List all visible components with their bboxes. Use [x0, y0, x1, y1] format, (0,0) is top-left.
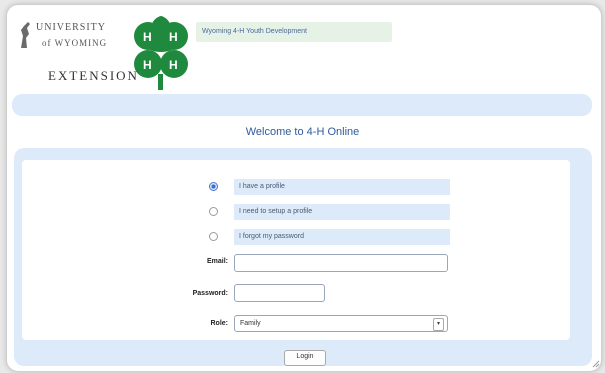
svg-text:H: H	[169, 58, 178, 72]
uw-extension-logo: UNIVERSITY of WYOMING EXTENSION	[12, 16, 137, 90]
role-select[interactable]: Family ▾	[234, 315, 448, 332]
role-label: Role:	[210, 320, 229, 327]
logo-line-extension: EXTENSION	[48, 68, 139, 83]
email-input[interactable]	[234, 254, 448, 272]
radio-row-forgot-password[interactable]: I forgot my password	[209, 229, 450, 245]
svg-text:H: H	[169, 30, 178, 44]
login-button[interactable]: Login	[284, 350, 326, 366]
radio-icon[interactable]	[209, 232, 218, 241]
role-select-value: Family	[240, 320, 261, 327]
password-input[interactable]	[234, 284, 325, 302]
radio-icon[interactable]	[209, 207, 218, 216]
email-label: Email:	[206, 258, 228, 265]
radio-label-setup-profile: I need to setup a profile	[234, 204, 450, 220]
radio-label-have-profile: I have a profile	[234, 179, 450, 195]
logo-line-wyoming: of WYOMING	[42, 38, 108, 48]
nav-bar	[12, 94, 592, 116]
resize-grip-icon[interactable]	[592, 360, 600, 368]
radio-icon[interactable]	[209, 182, 218, 191]
svg-text:H: H	[143, 58, 152, 72]
uw-bucking-horse-icon	[21, 22, 30, 48]
select-arrow-icon[interactable]: ▾	[433, 318, 444, 331]
password-label: Password:	[192, 290, 228, 297]
radio-row-have-profile[interactable]: I have a profile	[209, 179, 450, 195]
header-banner: Wyoming 4-H Youth Development	[196, 22, 392, 42]
logo-line-university: UNIVERSITY	[36, 22, 106, 33]
logo-area: UNIVERSITY of WYOMING EXTENSION H H H H	[12, 10, 188, 90]
radio-row-setup-profile[interactable]: I need to setup a profile	[209, 204, 450, 220]
welcome-title: Welcome to 4-H Online	[245, 126, 360, 138]
radio-label-forgot-password: I forgot my password	[234, 229, 450, 245]
clover-logo-icon: H H H H	[134, 16, 188, 90]
svg-text:H: H	[143, 30, 152, 44]
